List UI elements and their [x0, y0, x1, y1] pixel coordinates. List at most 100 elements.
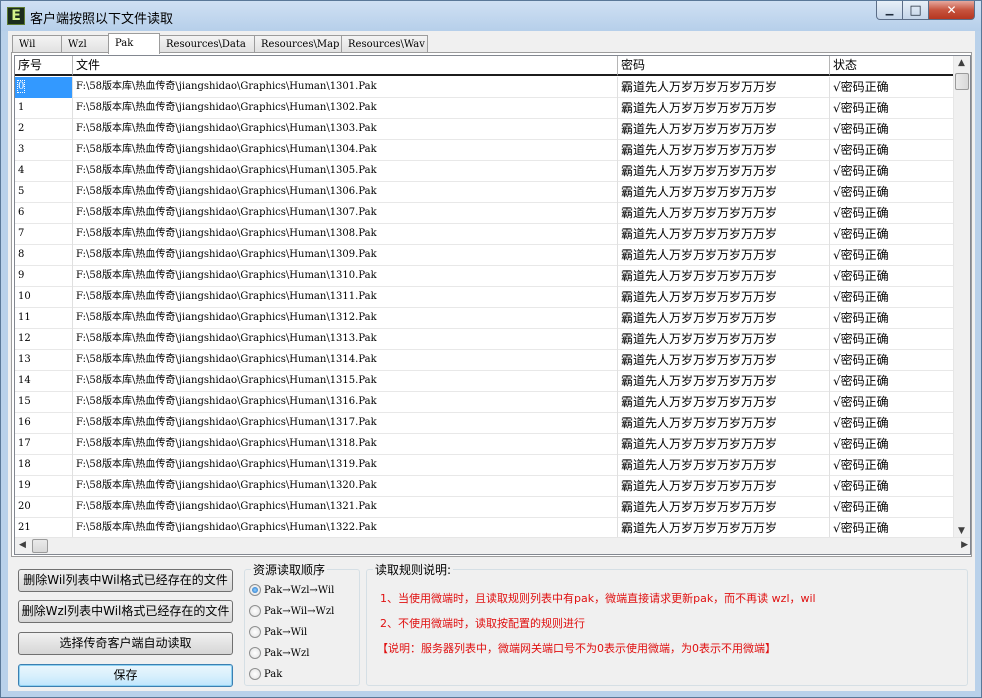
cell-file[interactable]: F:\58版本库\热血传奇\jiangshidao\Graphics\Human… [73, 182, 618, 203]
table-row[interactable]: 11 F:\58版本库\热血传奇\jiangshidao\Graphics\Hum… [15, 308, 955, 329]
cell-index[interactable]: 13 [15, 350, 73, 371]
cell-index[interactable]: 8 [15, 245, 73, 266]
cell-password[interactable]: 霸道先人万岁万岁万岁万万岁 [618, 140, 830, 161]
close-button[interactable]: ✕ [929, 1, 975, 20]
cell-password[interactable]: 霸道先人万岁万岁万岁万万岁 [618, 287, 830, 308]
maximize-button[interactable]: □ [903, 1, 929, 20]
radio-unchecked-icon[interactable] [249, 647, 261, 659]
cell-file[interactable]: F:\58版本库\热血传奇\jiangshidao\Graphics\Human… [73, 413, 618, 434]
table-row[interactable]: 6 F:\58版本库\热血传奇\jiangshidao\Graphics\Huma… [15, 203, 955, 224]
table-row[interactable]: 13 F:\58版本库\热血传奇\jiangshidao\Graphics\Hum… [15, 350, 955, 371]
order-option[interactable]: Pak→Wil [249, 624, 307, 640]
table-row[interactable]: 17 F:\58版本库\热血传奇\jiangshidao\Graphics\Hum… [15, 434, 955, 455]
cell-status[interactable]: √密码正确 [830, 98, 955, 119]
scroll-down-icon[interactable]: ▼ [958, 526, 965, 536]
column-header-status[interactable]: 状态 [830, 56, 955, 76]
cell-status[interactable]: √密码正确 [830, 182, 955, 203]
order-option[interactable]: Pak→Wzl [249, 645, 309, 661]
horizontal-scrollbar[interactable]: ◀ ▶ [15, 537, 970, 554]
cell-password[interactable]: 霸道先人万岁万岁万岁万万岁 [618, 350, 830, 371]
order-option[interactable]: Pak→Wil→Wzl [249, 603, 334, 619]
cell-password[interactable]: 霸道先人万岁万岁万岁万万岁 [618, 476, 830, 497]
cell-file[interactable]: F:\58版本库\热血传奇\jiangshidao\Graphics\Human… [73, 455, 618, 476]
cell-file[interactable]: F:\58版本库\热血传奇\jiangshidao\Graphics\Human… [73, 224, 618, 245]
cell-index[interactable]: 1 [15, 98, 73, 119]
delete-wil-button[interactable]: 删除Wil列表中Wil格式已经存在的文件 [18, 569, 233, 592]
cell-password[interactable]: 霸道先人万岁万岁万岁万万岁 [618, 161, 830, 182]
cell-index[interactable]: 19 [15, 476, 73, 497]
tab-resources-map[interactable]: Resources\Map [254, 35, 342, 53]
radio-unchecked-icon[interactable] [249, 626, 261, 638]
cell-password[interactable]: 霸道先人万岁万岁万岁万万岁 [618, 308, 830, 329]
cell-status[interactable]: √密码正确 [830, 119, 955, 140]
cell-file[interactable]: F:\58版本库\热血传奇\jiangshidao\Graphics\Human… [73, 119, 618, 140]
cell-password[interactable]: 霸道先人万岁万岁万岁万万岁 [618, 434, 830, 455]
cell-status[interactable]: √密码正确 [830, 371, 955, 392]
table-row[interactable]: 18 F:\58版本库\热血传奇\jiangshidao\Graphics\Hum… [15, 455, 955, 476]
horizontal-scroll-thumb[interactable] [32, 539, 48, 553]
cell-password[interactable]: 霸道先人万岁万岁万岁万万岁 [618, 413, 830, 434]
cell-status[interactable]: √密码正确 [830, 245, 955, 266]
cell-file[interactable]: F:\58版本库\热血传奇\jiangshidao\Graphics\Human… [73, 77, 618, 98]
cell-password[interactable]: 霸道先人万岁万岁万岁万万岁 [618, 455, 830, 476]
cell-file[interactable]: F:\58版本库\热血传奇\jiangshidao\Graphics\Human… [73, 203, 618, 224]
cell-status[interactable]: √密码正确 [830, 476, 955, 497]
cell-index[interactable]: 14 [15, 371, 73, 392]
cell-index[interactable]: 10 [15, 287, 73, 308]
cell-password[interactable]: 霸道先人万岁万岁万岁万万岁 [618, 266, 830, 287]
order-option[interactable]: Pak→Wzl→Wil [249, 582, 334, 598]
cell-password[interactable]: 霸道先人万岁万岁万岁万万岁 [618, 203, 830, 224]
cell-index[interactable]: 11 [15, 308, 73, 329]
cell-status[interactable]: √密码正确 [830, 161, 955, 182]
radio-unchecked-icon[interactable] [249, 605, 261, 617]
cell-index[interactable]: 15 [15, 392, 73, 413]
table-row[interactable]: 5 F:\58版本库\热血传奇\jiangshidao\Graphics\Huma… [15, 182, 955, 203]
cell-file[interactable]: F:\58版本库\热血传奇\jiangshidao\Graphics\Human… [73, 245, 618, 266]
scroll-up-icon[interactable]: ▲ [958, 58, 965, 68]
cell-index[interactable]: 6 [15, 203, 73, 224]
cell-index[interactable]: 0 [15, 77, 73, 98]
cell-file[interactable]: F:\58版本库\热血传奇\jiangshidao\Graphics\Human… [73, 98, 618, 119]
cell-file[interactable]: F:\58版本库\热血传奇\jiangshidao\Graphics\Human… [73, 329, 618, 350]
cell-password[interactable]: 霸道先人万岁万岁万岁万万岁 [618, 119, 830, 140]
cell-file[interactable]: F:\58版本库\热血传奇\jiangshidao\Graphics\Human… [73, 140, 618, 161]
cell-file[interactable]: F:\58版本库\热血传奇\jiangshidao\Graphics\Human… [73, 371, 618, 392]
cell-file[interactable]: F:\58版本库\热血传奇\jiangshidao\Graphics\Human… [73, 497, 618, 518]
cell-password[interactable]: 霸道先人万岁万岁万岁万万岁 [618, 392, 830, 413]
cell-file[interactable]: F:\58版本库\热血传奇\jiangshidao\Graphics\Human… [73, 350, 618, 371]
cell-password[interactable]: 霸道先人万岁万岁万岁万万岁 [618, 182, 830, 203]
cell-password[interactable]: 霸道先人万岁万岁万岁万万岁 [618, 98, 830, 119]
scroll-right-icon[interactable]: ▶ [961, 540, 968, 550]
cell-status[interactable]: √密码正确 [830, 497, 955, 518]
cell-password[interactable]: 霸道先人万岁万岁万岁万万岁 [618, 245, 830, 266]
radio-checked-icon[interactable] [249, 584, 261, 596]
cell-password[interactable]: 霸道先人万岁万岁万岁万万岁 [618, 77, 830, 98]
minimize-button[interactable]: ▁ [876, 1, 903, 20]
cell-index[interactable]: 5 [15, 182, 73, 203]
cell-file[interactable]: F:\58版本库\热血传奇\jiangshidao\Graphics\Human… [73, 434, 618, 455]
cell-index[interactable]: 18 [15, 455, 73, 476]
save-button[interactable]: 保存 [18, 664, 233, 687]
cell-file[interactable]: F:\58版本库\热血传奇\jiangshidao\Graphics\Human… [73, 518, 618, 538]
table-row[interactable]: 20 F:\58版本库\热血传奇\jiangshidao\Graphics\Hum… [15, 497, 955, 518]
cell-index[interactable]: 9 [15, 266, 73, 287]
cell-status[interactable]: √密码正确 [830, 203, 955, 224]
table-row[interactable]: 8 F:\58版本库\热血传奇\jiangshidao\Graphics\Huma… [15, 245, 955, 266]
cell-index[interactable]: 4 [15, 161, 73, 182]
table-row[interactable]: 15 F:\58版本库\热血传奇\jiangshidao\Graphics\Hum… [15, 392, 955, 413]
cell-index[interactable]: 7 [15, 224, 73, 245]
cell-file[interactable]: F:\58版本库\热血传奇\jiangshidao\Graphics\Human… [73, 392, 618, 413]
cell-index[interactable]: 17 [15, 434, 73, 455]
cell-status[interactable]: √密码正确 [830, 392, 955, 413]
cell-index[interactable]: 20 [15, 497, 73, 518]
cell-index[interactable]: 12 [15, 329, 73, 350]
column-header-index[interactable]: 序号 [15, 56, 73, 76]
cell-file[interactable]: F:\58版本库\热血传奇\jiangshidao\Graphics\Human… [73, 266, 618, 287]
cell-index[interactable]: 2 [15, 119, 73, 140]
tab-wzl[interactable]: Wzl [61, 35, 109, 53]
table-row[interactable]: 4 F:\58版本库\热血传奇\jiangshidao\Graphics\Huma… [15, 161, 955, 182]
tab-resources-data[interactable]: Resources\Data [159, 35, 255, 53]
cell-status[interactable]: √密码正确 [830, 224, 955, 245]
table-row[interactable]: 9 F:\58版本库\热血传奇\jiangshidao\Graphics\Huma… [15, 266, 955, 287]
cell-password[interactable]: 霸道先人万岁万岁万岁万万岁 [618, 329, 830, 350]
